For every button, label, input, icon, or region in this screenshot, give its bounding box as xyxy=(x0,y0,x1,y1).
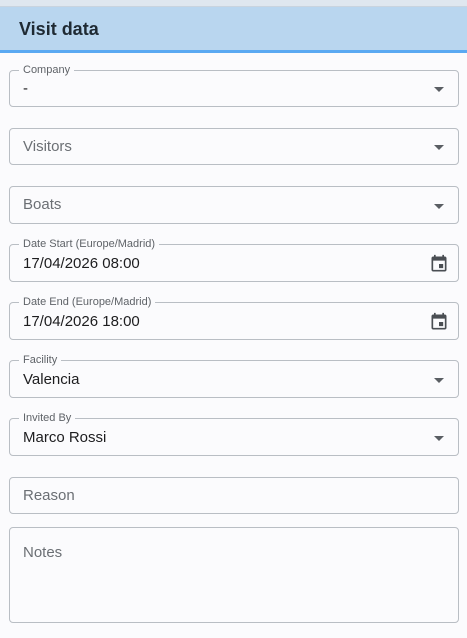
boats-placeholder: Boats xyxy=(23,196,62,213)
notes-textarea[interactable]: Notes xyxy=(9,527,459,623)
facility-value: Valencia xyxy=(23,371,80,388)
section-title: Visit data xyxy=(19,19,99,39)
date-end-label: Date End (Europe/Madrid) xyxy=(19,295,156,309)
chevron-down-icon[interactable] xyxy=(434,87,444,92)
company-label: Company xyxy=(19,63,75,77)
chevron-down-icon[interactable] xyxy=(434,145,444,150)
boats-select[interactable]: Boats xyxy=(9,186,459,224)
chevron-down-icon[interactable] xyxy=(434,378,444,383)
notes-placeholder: Notes xyxy=(23,544,63,561)
chevron-down-icon[interactable] xyxy=(434,204,444,209)
visitors-select[interactable]: Visitors xyxy=(9,128,459,165)
company-value: - xyxy=(23,80,28,97)
visitors-placeholder: Visitors xyxy=(23,138,72,155)
date-start-field[interactable]: Date Start (Europe/Madrid) 17/04/2026 08… xyxy=(9,237,459,282)
date-start-label: Date Start (Europe/Madrid) xyxy=(19,237,160,251)
date-end-field[interactable]: Date End (Europe/Madrid) 17/04/2026 18:0… xyxy=(9,295,459,340)
reason-input[interactable]: Reason xyxy=(9,477,459,514)
invited-by-select[interactable]: Invited By Marco Rossi xyxy=(9,411,459,456)
facility-select[interactable]: Facility Valencia xyxy=(9,353,459,398)
section-header: Visit data xyxy=(0,7,467,53)
calendar-icon[interactable] xyxy=(429,312,449,332)
top-strip xyxy=(0,0,467,7)
calendar-icon[interactable] xyxy=(429,254,449,274)
date-end-value: 17/04/2026 18:00 xyxy=(23,313,140,330)
invited-by-value: Marco Rossi xyxy=(23,429,107,446)
date-start-value: 17/04/2026 08:00 xyxy=(23,255,140,272)
invited-by-label: Invited By xyxy=(19,411,76,425)
chevron-down-icon[interactable] xyxy=(434,436,444,441)
facility-label: Facility xyxy=(19,353,62,367)
reason-placeholder: Reason xyxy=(23,487,75,504)
company-select[interactable]: Company - xyxy=(9,63,459,107)
